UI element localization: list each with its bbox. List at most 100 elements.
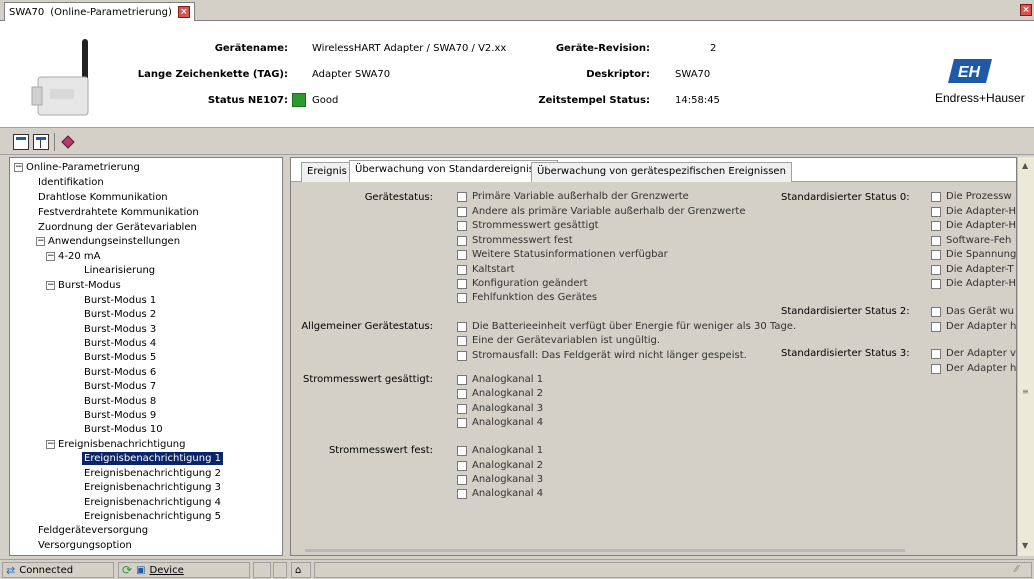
checkbox-icon[interactable] [457,417,467,428]
checkbox-std0[interactable]: Die Spannung [931,249,1016,260]
checkbox-gesaettigt[interactable]: Analogkanal 2 [457,388,543,399]
checkbox-std3[interactable]: Der Adapter v [931,348,1016,359]
tree-item-ereignisbenachrichtigung-1[interactable]: Ereignisbenachrichtigung 1 [82,452,223,465]
checkbox-fest[interactable]: Analogkanal 4 [457,488,543,499]
checkbox-icon[interactable] [931,264,941,275]
tree-item-ereignisbenachrichtigung-3[interactable]: Ereignisbenachrichtigung 3 [84,481,221,494]
tree-item-feldgeraeteversorgung[interactable]: Feldgeräteversorgung [38,524,148,537]
tab-ereignis[interactable]: Ereignis [301,162,353,182]
document-tab[interactable]: SWA70 (Online-Parametrierung) × [4,2,195,21]
tree-item-burst-modus-8[interactable]: Burst-Modus 8 [84,395,156,408]
checkbox-std0[interactable]: Die Adapter-H [931,278,1016,289]
checkbox-icon[interactable] [931,321,941,332]
layout-split-icon[interactable] [33,134,49,150]
checkbox-icon[interactable] [457,388,467,399]
checkbox-icon[interactable] [457,350,467,361]
checkbox-icon[interactable] [457,206,467,217]
checkbox-icon[interactable] [457,235,467,246]
close-tab-icon[interactable]: × [177,6,190,18]
checkbox-std0[interactable]: Die Adapter-H [931,220,1016,231]
checkbox-allgemein[interactable]: Die Batterieeinheit verfügt über Energie… [457,321,796,332]
tree-item-burst-modus-7[interactable]: Burst-Modus 7 [84,380,156,393]
checkbox-icon[interactable] [931,220,941,231]
tab-standardereignisse[interactable]: Überwachung von Standardereignissen [349,160,558,183]
checkbox-geraetestatus[interactable]: Strommesswert gesättigt [457,220,599,231]
tree-item-linearisierung[interactable]: Linearisierung [84,264,155,277]
checkbox-gesaettigt[interactable]: Analogkanal 1 [457,374,543,385]
tree-item-burst-modus-6[interactable]: Burst-Modus 6 [84,366,156,379]
tree-item-festverdrahtete-kommunikation[interactable]: Festverdrahtete Kommunikation [38,206,199,219]
tree-item-4-20ma[interactable]: 4-20 mA [58,250,100,263]
tree-item-burst-modus-1[interactable]: Burst-Modus 1 [84,294,156,307]
checkbox-icon[interactable] [931,235,941,246]
checkbox-std0[interactable]: Software-Feh [931,235,1011,246]
tree-item-ereignisbenachrichtigung-4[interactable]: Ereignisbenachrichtigung 4 [84,496,221,509]
collapse-icon[interactable]: − [46,281,55,290]
checkbox-icon[interactable] [457,249,467,260]
checkbox-geraetestatus[interactable]: Fehlfunktion des Gerätes [457,292,597,303]
checkbox-icon[interactable] [457,445,467,456]
checkbox-geraetestatus[interactable]: Primäre Variable außerhalb der Grenzwert… [457,191,689,202]
tree-item-burst-modus-2[interactable]: Burst-Modus 2 [84,308,156,321]
horizontal-scrollbar[interactable] [305,549,905,552]
close-window-icon[interactable]: × [1020,4,1032,16]
tree-item-online-parametrierung[interactable]: Online-Parametrierung [26,161,140,174]
tree-item-ereignisbenachrichtigung-2[interactable]: Ereignisbenachrichtigung 2 [84,467,221,480]
tree-item-anwendungseinstellungen[interactable]: Anwendungseinstellungen [48,235,180,248]
tree-item-burst-modus-4[interactable]: Burst-Modus 4 [84,337,156,350]
checkbox-icon[interactable] [457,488,467,499]
checkbox-icon[interactable] [457,321,467,332]
checkbox-fest[interactable]: Analogkanal 2 [457,460,543,471]
vertical-scrollbar[interactable]: ▲ ≡ ▼ [1017,157,1034,556]
tree-item-burst-modus-10[interactable]: Burst-Modus 10 [84,423,163,436]
checkbox-icon[interactable] [457,374,467,385]
collapse-icon[interactable]: − [46,252,55,261]
checkbox-allgemein[interactable]: Stromausfall: Das Feldgerät wird nicht l… [457,350,747,361]
tree-item-drahtlose-kommunikation[interactable]: Drahtlose Kommunikation [38,191,168,204]
checkbox-geraetestatus[interactable]: Weitere Statusinformationen verfügbar [457,249,668,260]
checkbox-icon[interactable] [931,306,941,317]
checkbox-icon[interactable] [457,191,467,202]
tree-item-versorgungsoption[interactable]: Versorgungsoption [38,539,132,552]
checkbox-icon[interactable] [931,191,941,202]
checkbox-gesaettigt[interactable]: Analogkanal 4 [457,417,543,428]
tree-item-ereignisbenachrichtigung-5[interactable]: Ereignisbenachrichtigung 5 [84,510,221,523]
checkbox-icon[interactable] [931,249,941,260]
scroll-down-icon[interactable]: ▼ [1022,541,1028,550]
collapse-icon[interactable]: − [14,163,23,172]
tree-item-identifikation[interactable]: Identifikation [38,176,104,189]
checkbox-icon[interactable] [931,206,941,217]
checkbox-icon[interactable] [457,278,467,289]
checkbox-geraetestatus[interactable]: Andere als primäre Variable außerhalb de… [457,206,746,217]
tree-item-burst-modus-3[interactable]: Burst-Modus 3 [84,323,156,336]
checkbox-icon[interactable] [931,363,941,374]
checkbox-gesaettigt[interactable]: Analogkanal 3 [457,403,543,414]
checkbox-std2[interactable]: Das Gerät wu [931,306,1014,317]
collapse-icon[interactable]: − [46,440,55,449]
checkbox-std2[interactable]: Der Adapter h [931,321,1016,332]
checkbox-icon[interactable] [931,278,941,289]
scroll-up-icon[interactable]: ▲ [1022,161,1028,170]
tree-item-ereignisbenachrichtigung[interactable]: Ereignisbenachrichtigung [58,438,185,451]
checkbox-icon[interactable] [457,220,467,231]
checkbox-icon[interactable] [931,348,941,359]
checkbox-icon[interactable] [457,474,467,485]
checkbox-fest[interactable]: Analogkanal 3 [457,474,543,485]
checkbox-fest[interactable]: Analogkanal 1 [457,445,543,456]
checkbox-geraetestatus[interactable]: Kaltstart [457,264,515,275]
collapse-icon[interactable]: − [36,237,45,246]
checkbox-std3[interactable]: Der Adapter h [931,363,1016,374]
checkbox-icon[interactable] [457,403,467,414]
tab-geraetespezifische-ereignisse[interactable]: Überwachung von gerätespezifischen Ereig… [531,162,792,182]
checkbox-geraetestatus[interactable]: Strommesswert fest [457,235,573,246]
tree-item-burst-modus[interactable]: Burst-Modus [58,279,121,292]
checkbox-icon[interactable] [457,460,467,471]
resize-grip-icon[interactable]: ⁄⁄ [1015,564,1018,575]
tree-item-burst-modus-9[interactable]: Burst-Modus 9 [84,409,156,422]
checkbox-icon[interactable] [457,292,467,303]
tree-item-burst-modus-5[interactable]: Burst-Modus 5 [84,351,156,364]
checkbox-std0[interactable]: Die Adapter-T [931,264,1014,275]
checkbox-icon[interactable] [457,264,467,275]
checkbox-std0[interactable]: Die Adapter-H [931,206,1016,217]
checkbox-geraetestatus[interactable]: Konfiguration geändert [457,278,588,289]
